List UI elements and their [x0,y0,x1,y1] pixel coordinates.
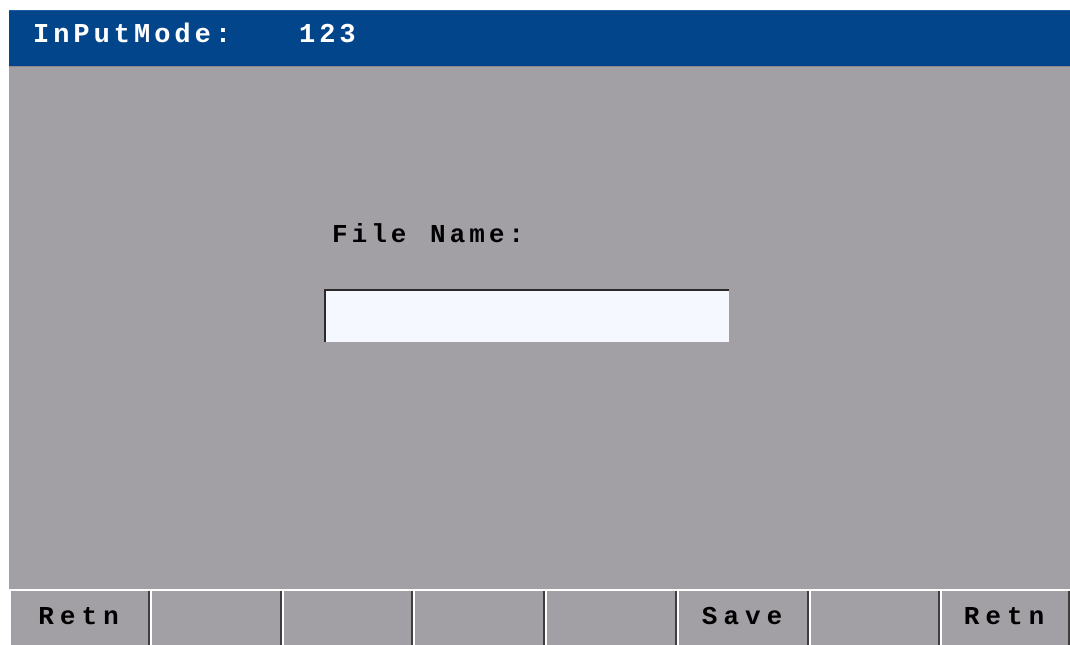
softkey-save[interactable]: Save [677,591,809,645]
softkey-4[interactable] [413,591,545,645]
softkey-7[interactable] [809,591,940,645]
input-mode-value: 123 [299,21,360,51]
softkey-bar: Retn Save Retn [9,589,1070,645]
main-screen: InPutMode: 123 File Name: Retn Save Retn [9,10,1070,645]
file-name-label: File Name: [332,220,529,250]
softkey-retn-right[interactable]: Retn [940,591,1070,645]
softkey-5[interactable] [545,591,677,645]
softkey-3[interactable] [282,591,413,645]
file-name-input[interactable] [324,289,729,342]
title-bar: InPutMode: 123 [9,10,1070,66]
softkey-2[interactable] [150,591,282,645]
header-divider [9,66,1070,67]
softkey-retn-left[interactable]: Retn [9,591,150,645]
input-mode-label: InPutMode: [33,21,236,51]
